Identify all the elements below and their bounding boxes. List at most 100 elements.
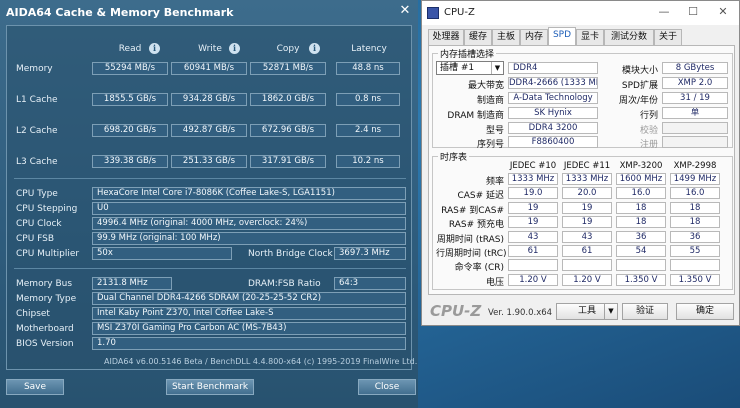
cpu-fsb-label: CPU FSB <box>16 234 55 244</box>
timing-cell <box>616 259 666 271</box>
l2-latency-value: 2.4 ns <box>336 124 400 137</box>
part-number-label: 型号 <box>485 126 504 136</box>
l3-latency-value: 10.2 ns <box>336 155 400 168</box>
timing-cell <box>508 259 558 271</box>
max-bandwidth-label: 最大带宽 <box>467 81 504 91</box>
timing-cell: 16.0 <box>670 187 720 199</box>
tab-processor[interactable]: 处理器 <box>428 29 464 45</box>
timing-cell: 1.20 V <box>562 274 612 286</box>
module-type-value: DDR4 <box>508 62 598 74</box>
l1-copy-value: 1862.0 GB/s <box>250 93 326 106</box>
timing-cell: 19 <box>562 216 612 228</box>
rank-value: 单 <box>662 107 728 119</box>
timing-cell: 1.20 V <box>508 274 558 286</box>
slot-dropdown-value: 插槽 #1 <box>440 63 475 73</box>
memory-type-value: Dual Channel DDR4-4266 SDRAM (20-25-25-5… <box>92 292 406 305</box>
close-icon[interactable]: ✕ <box>714 4 732 20</box>
write-info-icon[interactable]: i <box>229 43 240 54</box>
timing-row-label: 行周期时间 (tRC) <box>436 249 507 259</box>
start-benchmark-button[interactable]: Start Benchmark <box>166 379 254 395</box>
memory-bus-value: 2131.8 MHz <box>92 277 172 290</box>
read-info-icon[interactable]: i <box>149 43 160 54</box>
maximize-icon[interactable]: ☐ <box>684 4 702 20</box>
row-label-l2: L2 Cache <box>16 126 58 136</box>
timing-cell: 16.0 <box>616 187 666 199</box>
copy-info-icon[interactable]: i <box>309 43 320 54</box>
cpuz-logo-icon <box>427 7 439 19</box>
dram-manufacturer-label: DRAM 制造商 <box>447 111 504 121</box>
motherboard-label: Motherboard <box>16 324 74 334</box>
timing-cell: 18 <box>616 202 666 214</box>
l2-write-value: 492.87 GB/s <box>171 124 247 137</box>
serial-number-value: F8860400 <box>508 136 598 148</box>
timing-row-label: 电压 <box>485 278 504 288</box>
cpu-type-value: HexaCore Intel Core i7-8086K (Coffee Lak… <box>92 187 406 200</box>
l1-write-value: 934.28 GB/s <box>171 93 247 106</box>
tab-mainboard[interactable]: 主板 <box>492 29 520 45</box>
chevron-down-icon: ▼ <box>491 62 503 74</box>
timing-cell: 1.350 V <box>616 274 666 286</box>
aida64-window: AIDA64 Cache & Memory Benchmark ✕ Read i… <box>0 0 418 408</box>
row-label-l3: L3 Cache <box>16 157 58 167</box>
timing-cell: 1333 MHz <box>562 173 612 185</box>
column-header-copy: Copy <box>276 44 300 54</box>
timing-cell: 54 <box>616 245 666 257</box>
tab-bench[interactable]: 测试分数 <box>604 29 654 45</box>
memory-copy-value: 52871 MB/s <box>250 62 326 75</box>
cpuz-brand-logo: CPU-Z <box>430 302 482 320</box>
timing-cell: 1.350 V <box>670 274 720 286</box>
timing-cell: 20.0 <box>562 187 612 199</box>
timing-row-label: 频率 <box>485 177 504 187</box>
timing-cell: 43 <box>508 231 558 243</box>
cpu-stepping-label: CPU Stepping <box>16 204 78 214</box>
l3-write-value: 251.33 GB/s <box>171 155 247 168</box>
timing-row-label: 命令率 (CR) <box>454 263 504 273</box>
slot-dropdown[interactable]: 插槽 #1 ▼ <box>436 61 504 75</box>
memory-latency-value: 48.8 ns <box>336 62 400 75</box>
column-header-read: Read <box>118 44 142 54</box>
tab-memory[interactable]: 内存 <box>520 29 548 45</box>
timing-row-label: RAS# 到CAS# <box>441 206 504 216</box>
tab-graphics[interactable]: 显卡 <box>576 29 604 45</box>
l1-latency-value: 0.8 ns <box>336 93 400 106</box>
timing-row-label: CAS# 延迟 <box>457 191 504 201</box>
dram-fsb-ratio-label: DRAM:FSB Ratio <box>248 279 321 289</box>
timing-header-jedec11: JEDEC #11 <box>563 161 611 171</box>
timing-header-xmp3200: XMP-3200 <box>619 161 663 171</box>
rank-label: 行列 <box>639 111 658 121</box>
part-number-value: DDR4 3200 <box>508 122 598 134</box>
version-label: Ver. 1.90.0.x64 <box>488 308 553 318</box>
minimize-icon[interactable]: — <box>655 4 673 20</box>
column-header-latency: Latency <box>351 44 387 54</box>
manufacturer-value: A-Data Technology <box>508 92 598 104</box>
tools-button-label: 工具 <box>577 306 596 316</box>
ok-button[interactable]: 确定 <box>676 303 734 320</box>
correction-label: 校验 <box>639 126 658 136</box>
cpu-multiplier-label: CPU Multiplier <box>16 249 80 259</box>
timing-cell: 18 <box>670 202 720 214</box>
tab-cache[interactable]: 缓存 <box>464 29 492 45</box>
chevron-down-icon: ▼ <box>604 304 617 319</box>
motherboard-value: MSI Z370I Gaming Pro Carbon AC (MS-7B43) <box>92 322 406 335</box>
close-button[interactable]: Close <box>358 379 416 395</box>
registered-label: 注册 <box>639 140 658 150</box>
timing-cell <box>670 259 720 271</box>
memory-read-value: 55294 MB/s <box>92 62 168 75</box>
tab-about[interactable]: 关于 <box>654 29 682 45</box>
window-title: AIDA64 Cache & Memory Benchmark <box>6 6 234 19</box>
validate-button[interactable]: 验证 <box>622 303 668 320</box>
tools-button[interactable]: 工具 ▼ <box>556 303 618 320</box>
slot-group-title: 内存插槽选择 <box>438 47 497 60</box>
save-button[interactable]: Save <box>6 379 64 395</box>
cpu-stepping-value: U0 <box>92 202 406 215</box>
max-bandwidth-value: DDR4-2666 (1333 MHz) <box>508 77 598 89</box>
timing-cell: 43 <box>562 231 612 243</box>
close-icon[interactable]: ✕ <box>397 3 413 19</box>
timing-cell: 19 <box>562 202 612 214</box>
cpu-fsb-value: 99.9 MHz (original: 100 MHz) <box>92 232 406 245</box>
tab-bar: 处理器 缓存 主板 内存 SPD 显卡 测试分数 关于 <box>422 27 739 45</box>
timing-cell: 55 <box>670 245 720 257</box>
separator <box>14 178 406 179</box>
tab-spd[interactable]: SPD <box>548 27 576 45</box>
timing-cell: 61 <box>508 245 558 257</box>
